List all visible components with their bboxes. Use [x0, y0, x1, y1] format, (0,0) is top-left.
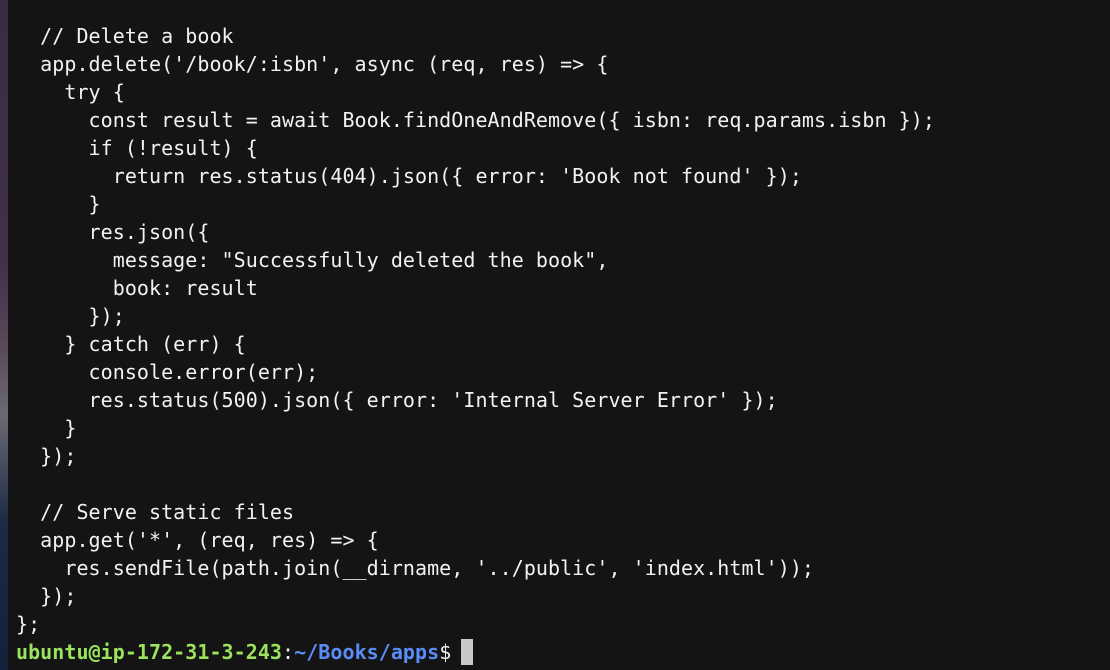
terminal-output: // Delete a book app.delete('/book/:isbn…	[16, 22, 935, 666]
code-line-19: app.get('*', (req, res) => {	[16, 528, 379, 552]
code-line-1: // Delete a book	[16, 24, 234, 48]
code-line-13: console.error(err);	[16, 360, 319, 384]
shell-prompt[interactable]: ubuntu@ip-172-31-3-243:~/Books/apps$	[16, 638, 935, 666]
code-line-2: app.delete('/book/:isbn', async (req, re…	[16, 52, 609, 76]
desktop-background-edge	[0, 0, 8, 670]
prompt-dollar: $	[439, 640, 452, 664]
code-line-18: // Serve static files	[16, 500, 295, 524]
terminal-window[interactable]: // Delete a book app.delete('/book/:isbn…	[8, 0, 1110, 670]
prompt-user-host: ubuntu@ip-172-31-3-243	[16, 640, 283, 664]
prompt-path: ~/Books/apps	[294, 640, 440, 664]
code-line-8: res.json({	[16, 220, 210, 244]
code-line-12: } catch (err) {	[16, 332, 246, 356]
code-line-9: message: "Successfully deleted the book"…	[16, 248, 609, 272]
code-line-6: return res.status(404).json({ error: 'Bo…	[16, 164, 802, 188]
prompt-colon: :	[282, 640, 295, 664]
code-line-15: }	[16, 416, 77, 440]
code-line-22: };	[16, 612, 41, 636]
code-line-4: const result = await Book.findOneAndRemo…	[16, 108, 935, 132]
code-line-3: try {	[16, 80, 125, 104]
text-cursor	[461, 639, 474, 665]
code-line-11: });	[16, 304, 125, 328]
screen: // Delete a book app.delete('/book/:isbn…	[0, 0, 1110, 670]
code-line-16: });	[16, 444, 77, 468]
code-line-14: res.status(500).json({ error: 'Internal …	[16, 388, 778, 412]
code-line-20: res.sendFile(path.join(__dirname, '../pu…	[16, 556, 815, 580]
code-line-7: }	[16, 192, 101, 216]
code-line-5: if (!result) {	[16, 136, 258, 160]
code-line-21: });	[16, 584, 77, 608]
code-line-10: book: result	[16, 276, 258, 300]
